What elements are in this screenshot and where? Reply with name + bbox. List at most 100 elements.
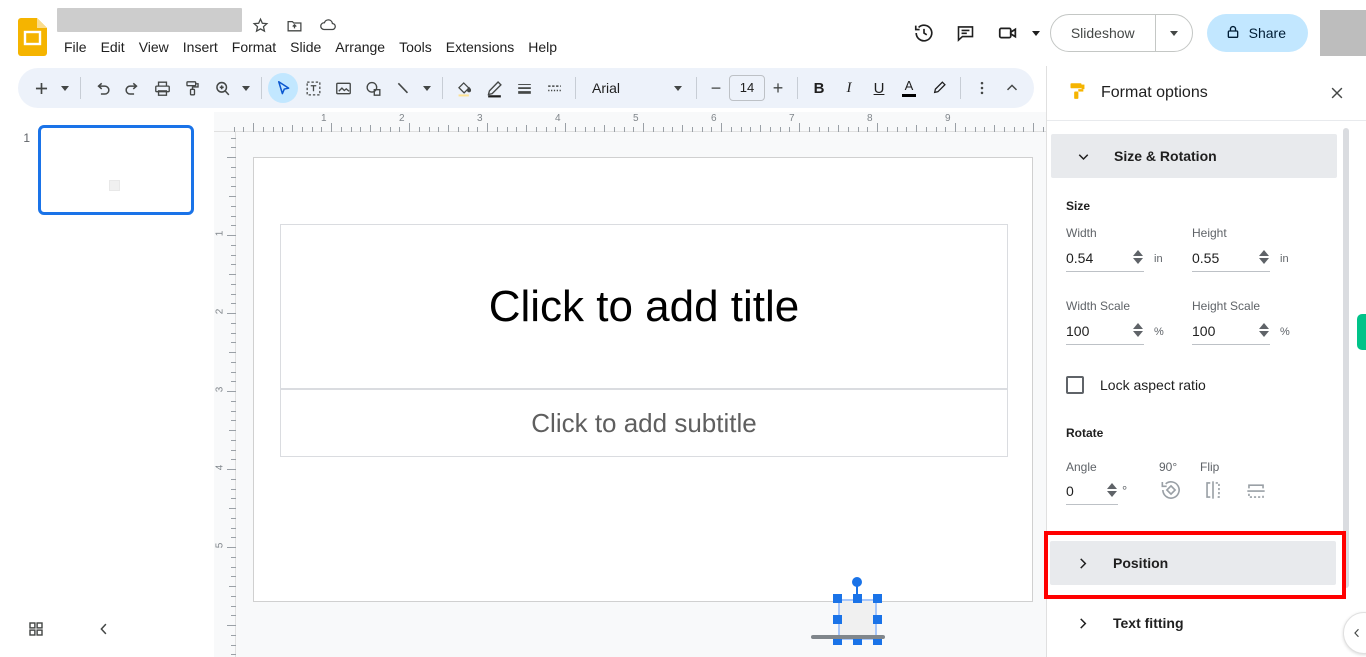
width-scale-stepper[interactable] — [1132, 323, 1144, 337]
line-icon[interactable] — [388, 73, 418, 103]
ruler-tick — [935, 127, 937, 132]
cloud-saved-icon[interactable] — [318, 15, 338, 35]
avatar[interactable] — [1320, 10, 1366, 56]
font-family-value: Arial — [592, 80, 621, 96]
ruler-tick — [340, 127, 342, 132]
section-text-fitting-header[interactable]: Text fitting — [1050, 601, 1336, 645]
resize-handle-w[interactable] — [833, 615, 842, 624]
zoom-icon[interactable] — [207, 73, 237, 103]
angle-unit: ° — [1122, 483, 1128, 498]
slide-thumbnail-1[interactable] — [38, 125, 194, 215]
undo-icon[interactable] — [87, 73, 117, 103]
section-size-rotation-label: Size & Rotation — [1114, 148, 1217, 164]
title-placeholder[interactable]: Click to add title — [280, 224, 1008, 389]
width-label: Width — [1066, 226, 1097, 240]
redo-icon[interactable] — [117, 73, 147, 103]
ruler-tick — [231, 147, 236, 149]
close-icon[interactable] — [1321, 77, 1353, 109]
panel-scrollbar[interactable] — [1343, 128, 1349, 588]
ruler-tick — [526, 125, 527, 132]
menu-edit[interactable]: Edit — [94, 36, 132, 58]
resize-handle-n[interactable] — [853, 594, 862, 603]
bold-button[interactable]: B — [804, 73, 834, 103]
green-edge-indicator[interactable] — [1357, 314, 1366, 350]
version-history-icon[interactable] — [905, 14, 943, 52]
resize-handle-e[interactable] — [873, 615, 882, 624]
ruler-tick — [229, 196, 236, 197]
fill-color-icon[interactable] — [449, 73, 479, 103]
lock-aspect-ratio-checkbox[interactable]: Lock aspect ratio — [1066, 376, 1206, 394]
top-bar: File Edit View Insert Format Slide Arran… — [0, 0, 1366, 66]
border-color-icon[interactable] — [479, 73, 509, 103]
slide-thumbnail-item[interactable]: 1 — [12, 125, 194, 215]
select-cursor-icon[interactable] — [268, 73, 298, 103]
section-size-rotation-header[interactable]: Size & Rotation — [1051, 134, 1337, 178]
menu-view[interactable]: View — [132, 36, 176, 58]
menu-slide[interactable]: Slide — [283, 36, 328, 58]
menu-help[interactable]: Help — [521, 36, 564, 58]
increase-font-size-button[interactable]: + — [765, 75, 791, 101]
menu-format[interactable]: Format — [225, 36, 283, 58]
line-dropdown-icon[interactable] — [418, 73, 436, 103]
meet-camera-icon[interactable] — [989, 14, 1027, 52]
grid-view-icon[interactable] — [20, 613, 52, 645]
flip-vertical-icon[interactable] — [1243, 477, 1269, 503]
highlight-pen-icon[interactable] — [924, 73, 954, 103]
vertical-ruler[interactable]: 1 2 3 4 5 — [214, 132, 236, 657]
width-stepper[interactable] — [1132, 250, 1144, 264]
insert-image-icon[interactable] — [328, 73, 358, 103]
text-box-icon[interactable] — [298, 73, 328, 103]
height-stepper[interactable] — [1258, 250, 1270, 264]
resize-handle-ne[interactable] — [873, 594, 882, 603]
share-button[interactable]: Share — [1206, 14, 1308, 52]
meet-button[interactable] — [989, 14, 1040, 52]
italic-button[interactable]: I — [834, 73, 864, 103]
collapse-filmstrip-icon[interactable] — [88, 613, 120, 645]
selected-shape[interactable] — [840, 601, 875, 638]
slide-editor-canvas[interactable]: 1 2 3 4 5 6 7 8 9 1 2 3 4 5 Click to add title Click… — [214, 112, 1046, 657]
resize-handle-nw[interactable] — [833, 594, 842, 603]
border-dash-icon[interactable] — [539, 73, 569, 103]
slideshow-button[interactable]: Slideshow — [1051, 15, 1156, 51]
underline-button[interactable]: U — [864, 73, 894, 103]
comment-icon[interactable] — [947, 14, 985, 52]
font-family-select[interactable]: Arial — [582, 73, 690, 103]
menu-insert[interactable]: Insert — [176, 36, 225, 58]
font-size-input[interactable]: 14 — [729, 75, 765, 101]
menu-extensions[interactable]: Extensions — [439, 36, 521, 58]
ruler-tick — [994, 125, 995, 132]
shape-icon[interactable] — [358, 73, 388, 103]
menu-file[interactable]: File — [57, 36, 94, 58]
text-color-button[interactable]: A — [894, 73, 924, 103]
horizontal-scrollbar[interactable] — [811, 635, 885, 639]
menu-arrange[interactable]: Arrange — [328, 36, 392, 58]
ruler-tick — [389, 127, 391, 132]
paint-format-icon[interactable] — [177, 73, 207, 103]
rotate-90-icon[interactable] — [1158, 477, 1184, 503]
zoom-dropdown-icon[interactable] — [237, 73, 255, 103]
flip-horizontal-icon[interactable] — [1200, 477, 1226, 503]
section-position-header[interactable]: Position — [1050, 541, 1336, 585]
slideshow-dropdown-button[interactable] — [1156, 15, 1192, 51]
border-weight-icon[interactable] — [509, 73, 539, 103]
subtitle-placeholder[interactable]: Click to add subtitle — [280, 389, 1008, 457]
move-to-folder-icon[interactable] — [284, 15, 304, 35]
slide-surface[interactable]: Click to add title Click to add subtitle — [253, 157, 1033, 602]
add-slide-dropdown-icon[interactable] — [56, 73, 74, 103]
menu-tools[interactable]: Tools — [392, 36, 439, 58]
height-scale-stepper[interactable] — [1258, 323, 1270, 337]
horizontal-ruler[interactable]: 1 2 3 4 5 6 7 8 9 — [214, 112, 1046, 132]
ruler-tick — [769, 127, 771, 132]
star-icon[interactable] — [250, 15, 270, 35]
ruler-label: 4 — [555, 113, 561, 124]
meet-chevron-down-icon[interactable] — [1031, 30, 1040, 36]
document-title-input[interactable] — [57, 8, 242, 32]
collapse-toolbar-icon[interactable] — [997, 73, 1027, 103]
ruler-tick — [231, 410, 236, 412]
angle-stepper[interactable] — [1106, 483, 1118, 497]
more-options-icon[interactable] — [967, 73, 997, 103]
print-icon[interactable] — [147, 73, 177, 103]
decrease-font-size-button[interactable]: − — [703, 75, 729, 101]
chevron-down-icon — [674, 85, 682, 91]
add-slide-icon[interactable] — [26, 73, 56, 103]
